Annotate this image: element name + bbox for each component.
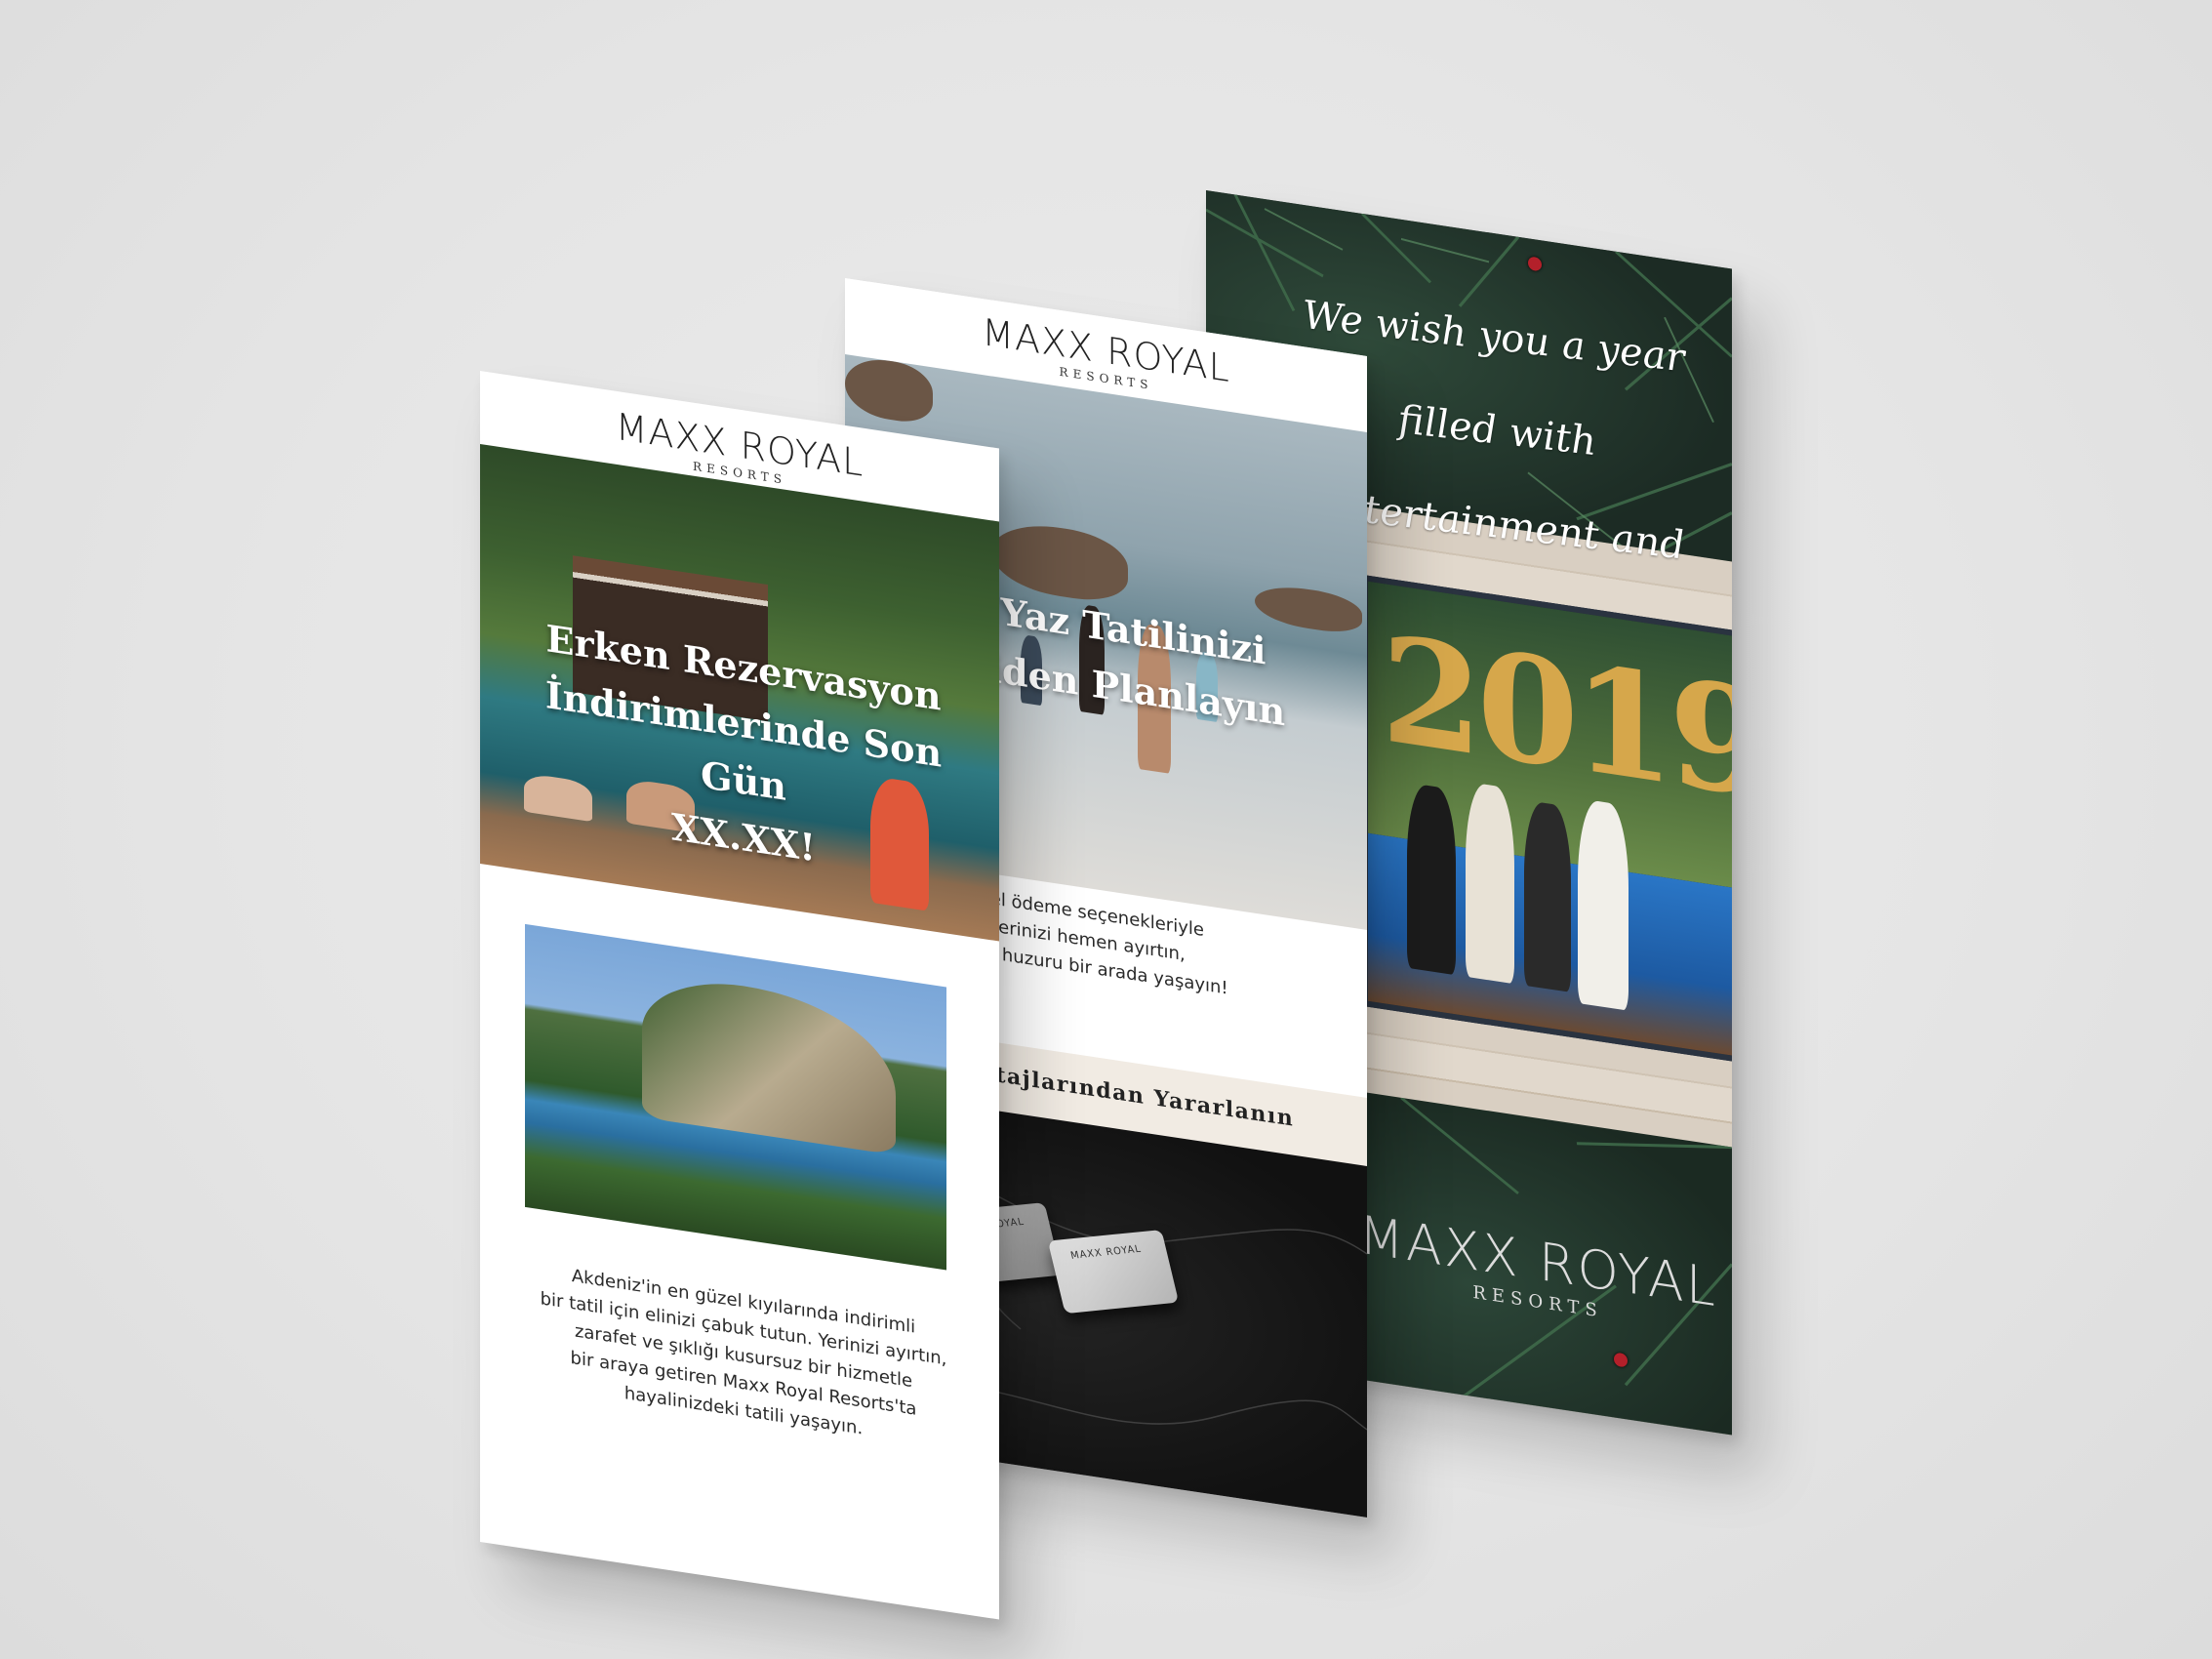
membership-card-platinum: MAXX ROYAL [1047,1230,1180,1315]
mockup-scene: We wish you a year filled with entertain… [0,0,2212,1659]
person-figure [1407,782,1456,976]
coastline-resort-image [525,923,946,1271]
person-figure [1466,781,1514,985]
early-booking-headline: Erken Rezervasyon İndirimlerinde Son Gün… [500,603,987,903]
cliff [642,970,896,1155]
early-booking-newsletter-card: MAXX ROYAL RESORTS Erken Rezervasyon İnd… [480,371,999,1620]
person-figure [1578,797,1629,1011]
party-photo: 2019 [1362,574,1732,1069]
early-booking-body-text: Akdeniz'in en güzel kıyılarında indiriml… [539,1258,948,1456]
cliff-rock [845,354,933,426]
resort-pool-hero-image: Erken Rezervasyon İndirimlerinde Son Gün… [480,444,999,942]
person-figure [1524,799,1571,992]
